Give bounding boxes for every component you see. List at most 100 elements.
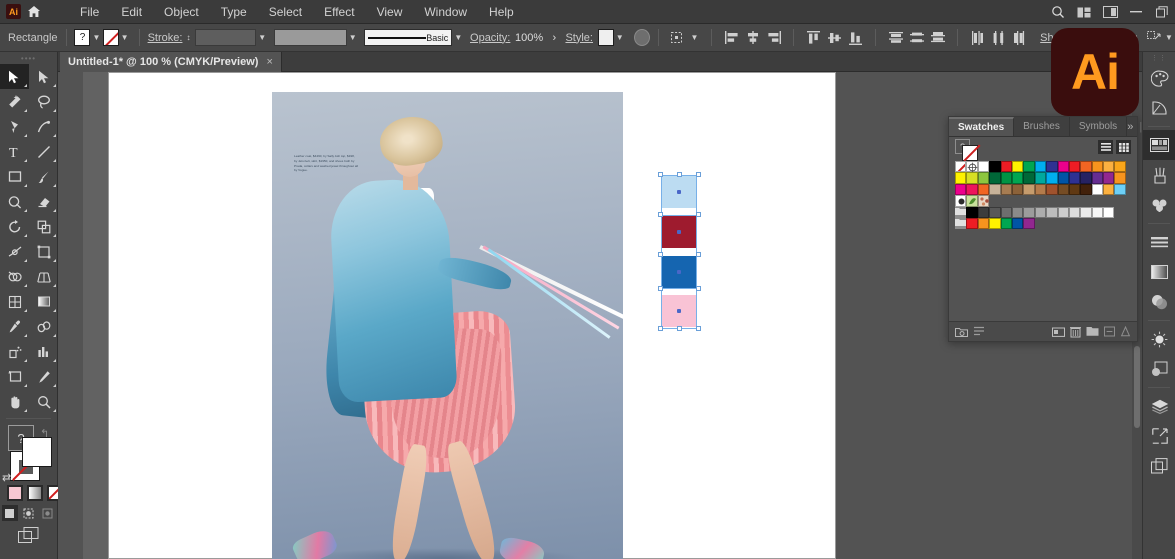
swatch-color[interactable] (1057, 161, 1069, 173)
graphic-style-swatch[interactable] (597, 29, 614, 46)
line-segment-tool[interactable] (29, 139, 58, 164)
selection-handle[interactable] (658, 252, 663, 257)
swatch-color[interactable] (977, 172, 990, 184)
swatch-color[interactable] (1023, 172, 1035, 184)
distribute-vertical-center-icon[interactable] (907, 28, 926, 47)
swatches-panel-icon[interactable] (1143, 130, 1175, 160)
swatch-color[interactable] (1011, 172, 1024, 184)
swatch-color[interactable] (1046, 161, 1058, 173)
opacity-value[interactable]: 100% (515, 32, 543, 44)
color-panel-icon[interactable] (1143, 63, 1175, 93)
swatch-color[interactable] (1103, 206, 1115, 218)
swatch-color[interactable] (966, 172, 978, 184)
swatch-color[interactable] (1046, 206, 1058, 218)
menu-edit[interactable]: Edit (110, 2, 153, 22)
slice-tool[interactable] (29, 364, 58, 389)
swatch-color[interactable] (1080, 206, 1092, 218)
distribute-horizontal-center-icon[interactable] (989, 28, 1008, 47)
direct-selection-tool[interactable] (29, 64, 58, 89)
swatch-color[interactable] (1057, 183, 1069, 196)
swatch-color[interactable] (1057, 206, 1069, 218)
hand-tool[interactable] (0, 389, 29, 414)
swatch-color[interactable] (989, 206, 1001, 218)
swatch-none[interactable] (955, 161, 967, 173)
curvature-tool[interactable] (29, 114, 58, 139)
menu-type[interactable]: Type (210, 2, 258, 22)
swatch-color[interactable] (977, 161, 990, 173)
swatch-color[interactable] (1057, 172, 1069, 184)
list-view-icon[interactable] (1098, 140, 1113, 154)
shaper-tool[interactable] (0, 189, 29, 214)
swatch-color[interactable] (1011, 161, 1024, 173)
menu-effect[interactable]: Effect (313, 2, 365, 22)
asset-export-panel-icon[interactable] (1143, 451, 1175, 481)
artboards-panel-icon[interactable] (1143, 421, 1175, 451)
restore-icon[interactable] (1149, 0, 1175, 24)
swatch-color[interactable] (955, 183, 967, 196)
stroke-weight-input[interactable] (194, 29, 257, 46)
collapse-panel-icon[interactable]: » (1127, 121, 1133, 133)
menu-window[interactable]: Window (413, 2, 478, 22)
color-guide-panel-icon[interactable] (1143, 93, 1175, 123)
gradient-button[interactable] (27, 485, 43, 501)
free-transform-tool[interactable] (29, 239, 58, 264)
shape-builder-tool[interactable] (0, 264, 29, 289)
align-vertical-center-icon[interactable] (825, 28, 844, 47)
selection-handle[interactable] (677, 172, 682, 177)
swatch-color[interactable] (1103, 161, 1115, 173)
eraser-tool[interactable] (29, 189, 58, 214)
swap-fill-stroke-icon[interactable]: ⇄ (2, 471, 11, 484)
swatch-color[interactable] (966, 206, 978, 218)
chevron-down-icon[interactable]: ▼ (119, 29, 131, 46)
lasso-tool[interactable] (29, 89, 58, 114)
gradient-tool[interactable] (29, 289, 58, 314)
swatch-color[interactable] (1091, 172, 1104, 184)
selection-handle[interactable] (696, 172, 701, 177)
swatch-color[interactable] (966, 217, 978, 230)
chevron-down-icon[interactable]: ▼ (688, 29, 701, 46)
artboard[interactable]: Leather coat, $4490, by Sally Ash top, $… (108, 72, 836, 559)
transparency-panel-icon[interactable] (1143, 287, 1175, 317)
align-to-selection-icon[interactable] (667, 28, 686, 47)
selection-handle[interactable] (696, 252, 701, 257)
draw-inside-icon[interactable] (40, 505, 56, 521)
selection-handle[interactable] (658, 326, 663, 331)
opacity-label[interactable]: Opacity: (470, 32, 510, 44)
menu-help[interactable]: Help (478, 2, 525, 22)
selection-handle[interactable] (696, 326, 701, 331)
stroke-label[interactable]: Stroke: (148, 32, 183, 44)
screen-mode-button[interactable] (0, 527, 57, 544)
swatch-color[interactable] (977, 206, 990, 218)
stepper-icon[interactable]: ↕ (182, 29, 194, 46)
selection-handle[interactable] (696, 212, 701, 217)
stroke-profile-dropdown[interactable] (273, 29, 347, 46)
align-left-icon[interactable] (722, 28, 741, 47)
fill-color-box[interactable] (22, 437, 52, 467)
zoom-tool[interactable] (29, 389, 58, 414)
draw-normal-icon[interactable] (1, 505, 18, 521)
swatch-color[interactable] (1068, 172, 1081, 184)
swatch-color[interactable] (1034, 161, 1047, 173)
minimize-icon[interactable] (1123, 0, 1149, 24)
transform-reference-icon[interactable] (1145, 28, 1163, 47)
swatch-color[interactable] (1023, 161, 1035, 173)
swatch-color[interactable] (1091, 183, 1104, 196)
swatch-color[interactable] (966, 183, 978, 196)
swatch-color[interactable] (989, 172, 1001, 184)
swatch-color[interactable] (977, 183, 990, 196)
column-graph-tool[interactable] (29, 339, 58, 364)
swatch-color[interactable] (1114, 161, 1126, 173)
distribute-left-icon[interactable] (968, 28, 987, 47)
align-bottom-icon[interactable] (846, 28, 865, 47)
new-swatch-icon[interactable] (1070, 326, 1081, 338)
swatch-registration[interactable] (966, 161, 978, 173)
rectangle-tool[interactable] (0, 164, 29, 189)
swatch-color[interactable] (1114, 183, 1126, 196)
placed-photo[interactable]: Leather coat, $4490, by Sally Ash top, $… (272, 92, 623, 559)
edit-colors-icon[interactable] (1120, 326, 1131, 337)
chevron-down-icon[interactable]: ▼ (614, 29, 626, 46)
perspective-grid-tool[interactable] (29, 264, 58, 289)
menu-object[interactable]: Object (153, 2, 210, 22)
swatch-color[interactable] (1011, 206, 1024, 218)
swatch-pattern-dot[interactable] (955, 195, 967, 207)
